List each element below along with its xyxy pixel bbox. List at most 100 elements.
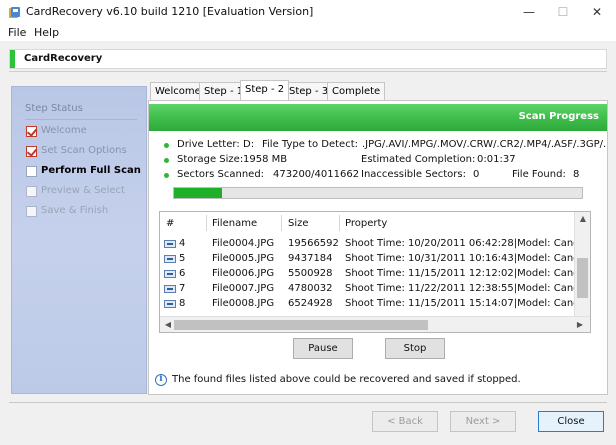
step-label: Set Scan Options bbox=[41, 145, 127, 156]
column-divider bbox=[281, 215, 282, 231]
menu-file[interactable]: File bbox=[8, 26, 26, 39]
inaccessible-sectors-label: Inaccessible Sectors: bbox=[361, 169, 466, 180]
file-type-value: .JPG/.AVI/.MPG/.MOV/.CRW/.CR2/.MP4/.ASF/… bbox=[362, 139, 606, 150]
column-divider bbox=[339, 215, 340, 231]
scan-progress-bar bbox=[173, 187, 583, 199]
row-number: 4 bbox=[179, 238, 186, 249]
row-size: 4780032 bbox=[288, 283, 333, 294]
horizontal-scroll-thumb[interactable] bbox=[174, 320, 428, 330]
storage-size-value: 1958 MB bbox=[243, 154, 288, 165]
files-found-label: File Found: bbox=[512, 169, 566, 180]
step-label: Perform Full Scan bbox=[41, 165, 141, 176]
file-icon bbox=[164, 285, 176, 293]
row-size: 19566592 bbox=[288, 238, 339, 249]
checkbox-checked-icon bbox=[26, 146, 37, 157]
checkbox-unchecked-icon bbox=[26, 206, 37, 217]
drive-letter-label: Drive Letter: bbox=[177, 139, 240, 150]
window-title: CardRecovery v6.10 build 1210 [Evaluatio… bbox=[26, 5, 314, 18]
estimated-completion-value: 0:01:37 bbox=[477, 154, 516, 165]
tab-complete[interactable]: Complete bbox=[327, 82, 386, 100]
minimize-button[interactable]: — bbox=[512, 2, 546, 22]
row-filename: File0008.JPG bbox=[212, 298, 275, 309]
row-filename: File0006.JPG bbox=[212, 268, 275, 279]
checkbox-unchecked-icon bbox=[26, 166, 37, 177]
row-number: 6 bbox=[179, 268, 186, 279]
close-button[interactable]: Close bbox=[538, 411, 604, 432]
row-size: 5500928 bbox=[288, 268, 333, 279]
step-status-panel: Step Status Welcome Set Scan Options Per… bbox=[11, 86, 147, 394]
table-row[interactable]: 5 File0005.JPG 9437184 Shoot Time: 10/31… bbox=[160, 252, 574, 267]
row-number: 5 bbox=[179, 253, 186, 264]
title-bar: CardRecovery v6.10 build 1210 [Evaluatio… bbox=[0, 0, 616, 24]
table-row[interactable]: 6 File0006.JPG 5500928 Shoot Time: 11/15… bbox=[160, 267, 574, 282]
tab-welcome[interactable]: Welcome bbox=[150, 82, 206, 100]
row-size: 9437184 bbox=[288, 253, 333, 264]
menu-bar: File Help bbox=[0, 24, 616, 41]
scan-progress-banner: Scan Progress bbox=[149, 104, 607, 131]
row-property: Shoot Time: 11/15/2011 12:12:02|Model: C… bbox=[345, 268, 574, 279]
drive-letter-value: D: bbox=[243, 139, 255, 150]
file-icon bbox=[164, 270, 176, 278]
column-header-filename[interactable]: Filename bbox=[212, 218, 257, 229]
column-divider bbox=[206, 215, 207, 231]
row-property: Shoot Time: 10/20/2011 06:42:28|Model: C… bbox=[345, 238, 574, 249]
scroll-up-icon[interactable]: ▲ bbox=[575, 214, 590, 223]
row-property: Shoot Time: 10/31/2011 10:16:43|Model: C… bbox=[345, 253, 574, 264]
row-property: Shoot Time: 11/15/2011 15:14:07|Model: C… bbox=[345, 298, 574, 309]
row-filename: File0005.JPG bbox=[212, 253, 275, 264]
header-accent-bar bbox=[10, 50, 15, 68]
row-filename: File0007.JPG bbox=[212, 283, 275, 294]
close-window-button[interactable]: ✕ bbox=[580, 2, 614, 22]
horizontal-scrollbar[interactable]: ◀ ▶ bbox=[160, 316, 590, 332]
scan-progress-title: Scan Progress bbox=[518, 111, 599, 122]
step-save-finish: Save & Finish bbox=[26, 204, 146, 220]
estimated-completion-label: Estimated Completion: bbox=[361, 154, 476, 165]
scan-content-panel: Scan Progress Drive Letter: D: File Type… bbox=[148, 100, 608, 395]
table-row[interactable]: 8 File0008.JPG 6524928 Shoot Time: 11/15… bbox=[160, 297, 574, 312]
back-button[interactable]: < Back bbox=[372, 411, 438, 432]
scan-progress-fill bbox=[174, 188, 222, 198]
stop-button[interactable]: Stop bbox=[385, 338, 445, 359]
info-icon bbox=[155, 374, 167, 386]
app-header: CardRecovery bbox=[9, 49, 607, 69]
scroll-right-icon[interactable]: ▶ bbox=[572, 320, 588, 329]
tab-step-3[interactable]: Step - 3 bbox=[284, 82, 334, 100]
step-preview-select: Preview & Select bbox=[26, 184, 146, 200]
step-label: Welcome bbox=[41, 125, 87, 136]
found-files-list[interactable]: # Filename Size Property 4 File0004.JPG … bbox=[159, 211, 591, 333]
step-status-title: Step Status bbox=[25, 103, 83, 114]
sectors-scanned-label: Sectors Scanned: bbox=[177, 169, 265, 180]
table-row[interactable]: 7 File0007.JPG 4780032 Shoot Time: 11/22… bbox=[160, 282, 574, 297]
row-number: 7 bbox=[179, 283, 186, 294]
file-icon bbox=[164, 255, 176, 263]
step-perform-full-scan: Perform Full Scan bbox=[26, 164, 146, 180]
storage-size-label: Storage Size: bbox=[177, 154, 244, 165]
table-row[interactable]: 4 File0004.JPG 19566592 Shoot Time: 10/2… bbox=[160, 237, 574, 252]
checkbox-unchecked-icon bbox=[26, 186, 37, 197]
info-message: The found files listed above could be re… bbox=[172, 374, 521, 385]
sectors-scanned-value: 473200/4011662 bbox=[273, 169, 360, 180]
next-button[interactable]: Next > bbox=[450, 411, 516, 432]
status-dot-icon bbox=[164, 173, 169, 178]
tab-step-2[interactable]: Step - 2 bbox=[240, 80, 290, 100]
vertical-scrollbar[interactable]: ▲ bbox=[574, 212, 590, 316]
file-icon bbox=[164, 240, 176, 248]
step-status-divider bbox=[25, 119, 137, 120]
column-header-property[interactable]: Property bbox=[345, 218, 387, 229]
row-size: 6524928 bbox=[288, 298, 333, 309]
pause-button[interactable]: Pause bbox=[293, 338, 353, 359]
step-label: Preview & Select bbox=[41, 185, 125, 196]
status-dot-icon bbox=[164, 143, 169, 148]
vertical-scroll-thumb[interactable] bbox=[577, 258, 588, 298]
inaccessible-sectors-value: 0 bbox=[473, 169, 480, 180]
row-filename: File0004.JPG bbox=[212, 238, 275, 249]
footer-divider bbox=[9, 402, 607, 403]
column-header-number[interactable]: # bbox=[166, 218, 174, 229]
menu-help[interactable]: Help bbox=[34, 26, 59, 39]
column-header-size[interactable]: Size bbox=[288, 218, 309, 229]
app-header-title: CardRecovery bbox=[24, 53, 103, 64]
header-divider bbox=[9, 71, 607, 72]
status-dot-icon bbox=[164, 158, 169, 163]
maximize-button[interactable]: ☐ bbox=[546, 2, 580, 22]
row-property: Shoot Time: 11/22/2011 12:38:55|Model: C… bbox=[345, 283, 574, 294]
